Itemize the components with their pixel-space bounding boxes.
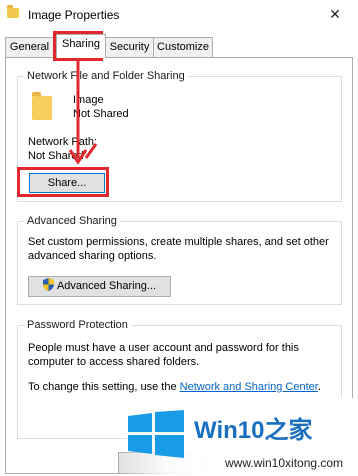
advanced-description-line2: advanced sharing options.: [28, 250, 157, 262]
password-description-line1: People must have a user account and pass…: [28, 342, 299, 354]
watermark-url: www.win10xitong.com: [225, 456, 344, 470]
close-icon[interactable]: ✕: [320, 4, 350, 24]
red-arrow-annotation: [68, 60, 98, 165]
uac-shield-icon: [42, 278, 54, 291]
advanced-sharing-button-label: Advanced Sharing...: [56, 280, 157, 292]
tab-sharing[interactable]: Sharing: [56, 34, 106, 58]
change-setting-text: To change this setting, use the Network …: [28, 381, 321, 393]
tab-security[interactable]: Security: [105, 37, 154, 57]
tab-general[interactable]: General: [5, 37, 54, 57]
advanced-sharing-button[interactable]: Advanced Sharing...: [28, 276, 171, 297]
change-setting-suffix: .: [317, 381, 321, 393]
folder-icon-large: [32, 92, 52, 120]
window-title: Image Properties: [28, 8, 120, 22]
tab-customize[interactable]: Customize: [153, 37, 213, 57]
group-title: Password Protection: [24, 319, 131, 331]
title-bar: Image Properties ✕: [0, 0, 358, 30]
watermark-brand: Win10之家: [194, 417, 313, 444]
password-description-line2: computer to access shared folders.: [28, 356, 200, 368]
group-title: Advanced Sharing: [24, 215, 120, 227]
network-sharing-center-link[interactable]: Network and Sharing Center: [180, 381, 318, 393]
windows-logo-icon: [128, 410, 184, 458]
folder-icon: [7, 5, 19, 18]
highlight-share-button: [17, 167, 109, 197]
advanced-description-line1: Set custom permissions, create multiple …: [28, 236, 329, 248]
change-setting-prefix: To change this setting, use the: [28, 381, 180, 393]
